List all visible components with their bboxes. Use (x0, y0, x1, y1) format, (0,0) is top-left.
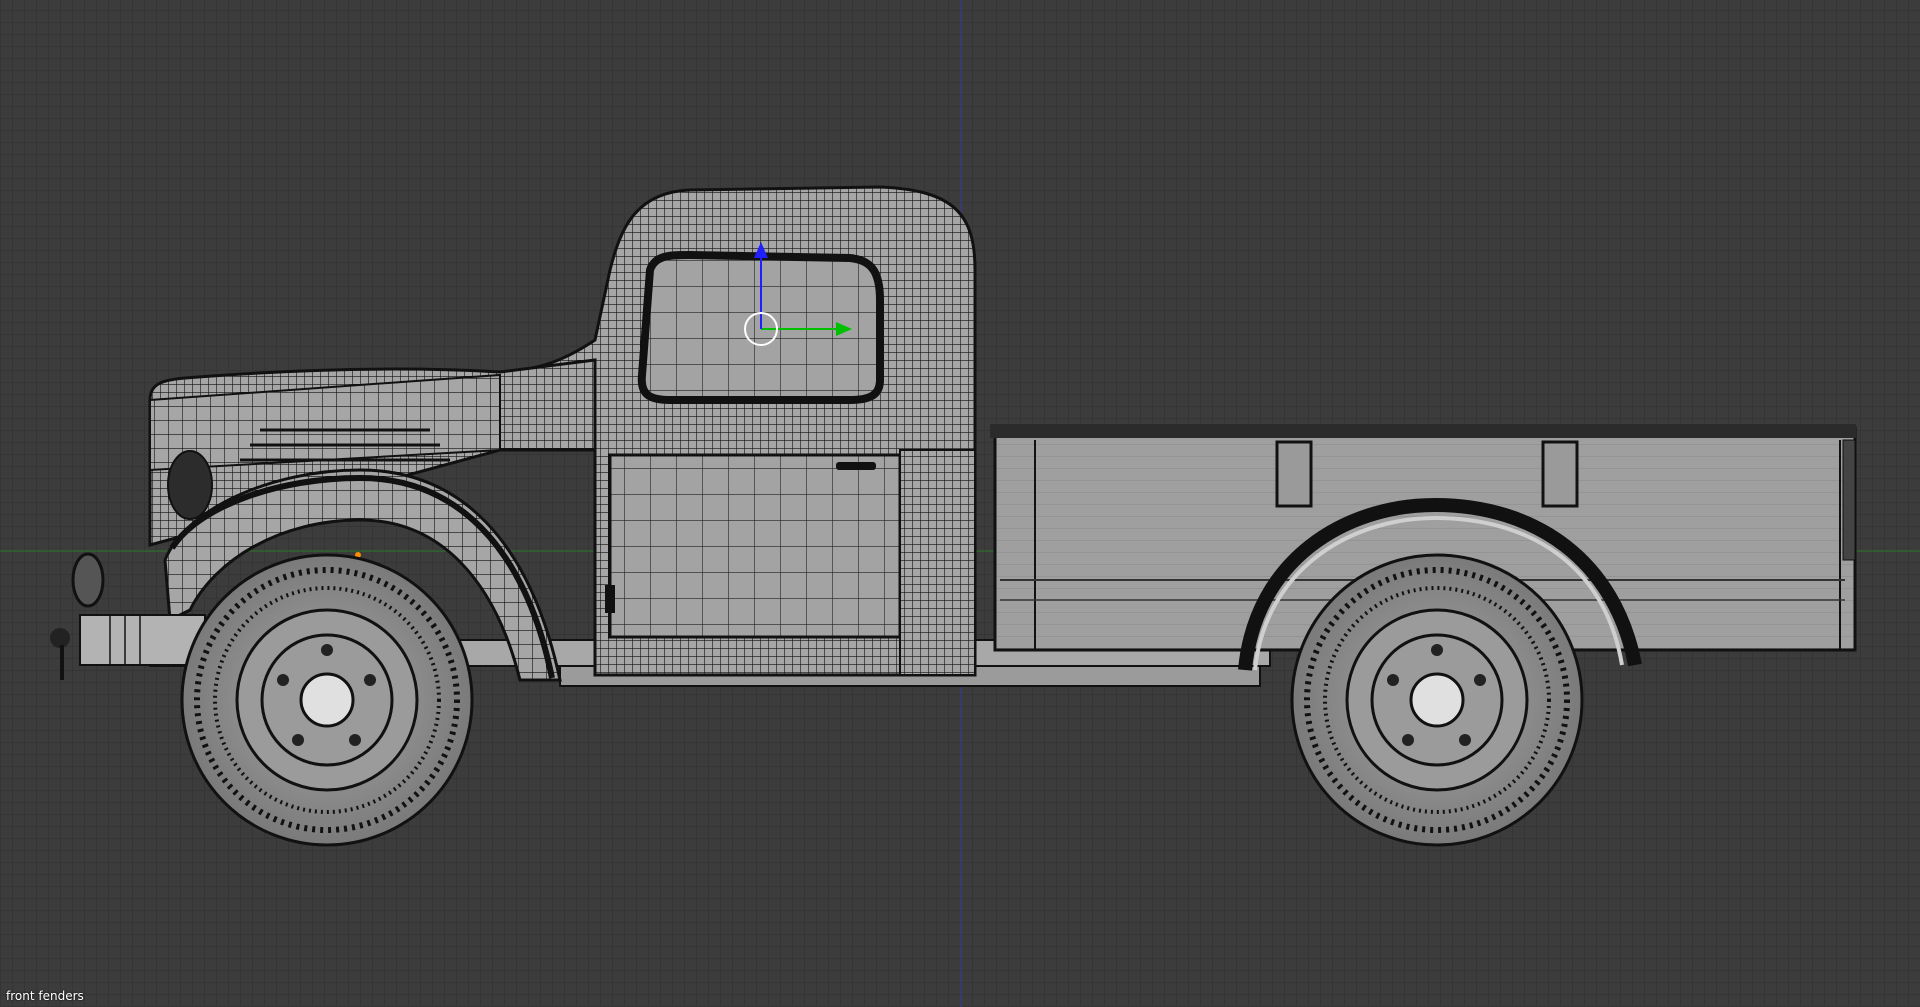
front-wheel[interactable] (180, 553, 474, 847)
3d-viewport[interactable]: front fenders (0, 0, 1920, 1007)
truck-mesh[interactable] (50, 185, 1857, 847)
cab-door[interactable] (608, 453, 902, 639)
headlight[interactable] (167, 450, 213, 520)
active-object-name: front fenders (6, 989, 84, 1003)
viewport-canvas[interactable] (0, 0, 1920, 1007)
rear-wheel[interactable] (1290, 553, 1584, 847)
